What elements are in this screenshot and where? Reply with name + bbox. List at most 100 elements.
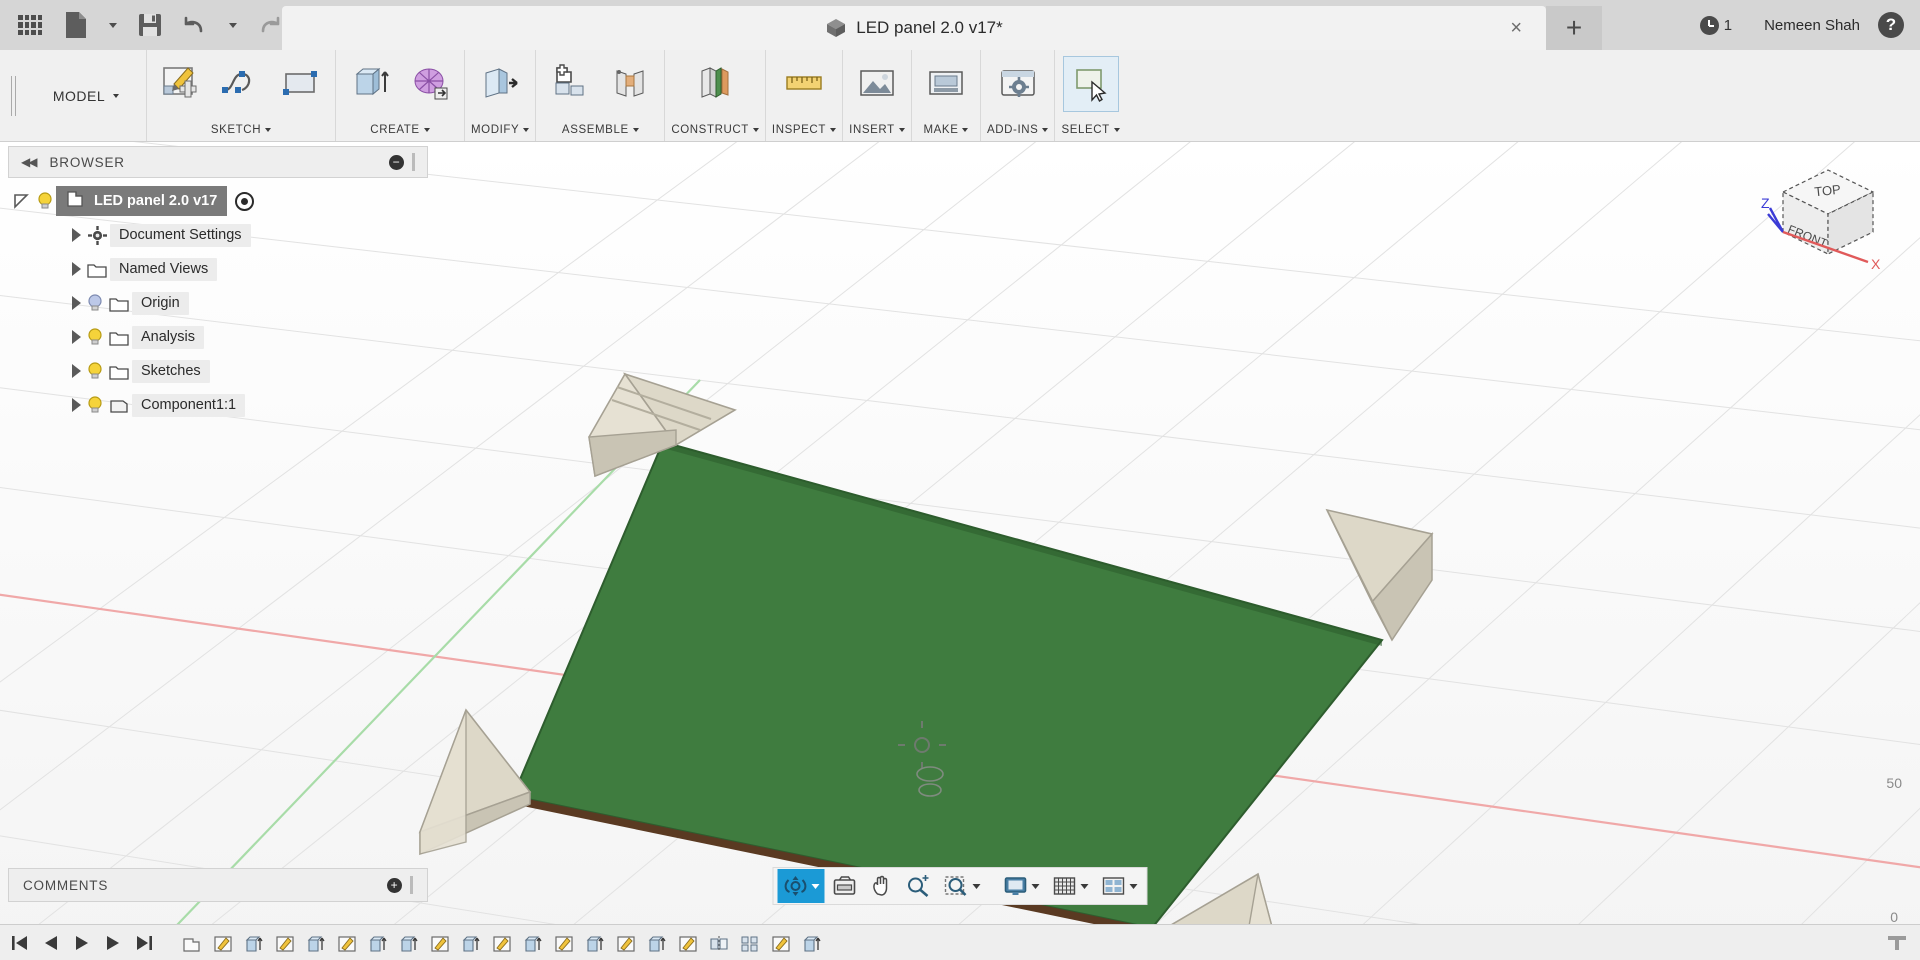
zoom-window-tool[interactable] <box>939 869 986 903</box>
joint-icon[interactable] <box>602 56 658 112</box>
mesh-icon[interactable] <box>402 56 458 112</box>
zoom-tool[interactable] <box>901 869 937 903</box>
timeline-feature[interactable] <box>457 929 485 957</box>
ribbon-group-label-select[interactable]: SELECT <box>1061 124 1120 141</box>
timeline-feature[interactable] <box>581 929 609 957</box>
view-cube[interactable]: TOP FRONT Z X <box>1728 150 1898 280</box>
pan-tool[interactable] <box>865 869 899 903</box>
tree-item-component1[interactable]: Component1:1 <box>8 388 428 422</box>
collapsed-triangle-icon[interactable] <box>60 296 84 310</box>
addins-gear-icon[interactable] <box>990 56 1046 112</box>
add-comment-icon[interactable]: + <box>387 877 402 893</box>
collapsed-triangle-icon[interactable] <box>60 330 84 344</box>
timeline-feature[interactable] <box>643 929 671 957</box>
ribbon-group-label-sketch[interactable]: SKETCH <box>211 124 272 141</box>
document-tab[interactable]: LED panel 2.0 v17* × <box>282 6 1546 50</box>
display-settings-tool[interactable] <box>998 869 1045 903</box>
tree-item-sketches[interactable]: Sketches <box>8 354 428 388</box>
help-icon[interactable]: ? <box>1878 12 1904 38</box>
tree-root-row[interactable]: LED panel 2.0 v17 <box>8 184 428 218</box>
grid-apps-icon[interactable] <box>8 2 52 48</box>
timeline-feature[interactable] <box>426 929 454 957</box>
ribbon-group-label-create[interactable]: CREATE <box>370 124 430 141</box>
undo-dropdown-icon[interactable] <box>220 2 246 48</box>
lightbulb-off-icon[interactable] <box>84 293 106 313</box>
timeline-feature[interactable] <box>798 929 826 957</box>
play-icon[interactable] <box>68 928 96 958</box>
ribbon-group-label-inspect[interactable]: INSPECT <box>772 124 836 141</box>
tree-item-document-settings[interactable]: Document Settings <box>8 218 428 252</box>
spline-icon[interactable] <box>213 56 269 112</box>
insert-mcmaster-icon[interactable] <box>849 56 905 112</box>
workspace-selector[interactable]: MODEL <box>26 50 146 141</box>
ribbon-group-label-modify[interactable]: MODIFY <box>471 124 530 141</box>
collapsed-triangle-icon[interactable] <box>60 262 84 276</box>
browser-resize-grip[interactable] <box>412 153 415 171</box>
new-tab-button[interactable]: + <box>1546 6 1602 50</box>
ribbon-group-label-construct[interactable]: CONSTRUCT <box>671 124 759 141</box>
select-cursor-icon[interactable] <box>1062 56 1119 112</box>
timeline-feature[interactable] <box>488 929 516 957</box>
timeline-feature[interactable] <box>674 929 702 957</box>
press-pull-icon[interactable] <box>472 56 528 112</box>
timeline-feature[interactable] <box>333 929 361 957</box>
timeline-feature[interactable] <box>550 929 578 957</box>
measure-icon[interactable] <box>776 56 832 112</box>
jump-end-icon[interactable] <box>130 928 158 958</box>
new-document-icon[interactable] <box>54 2 98 48</box>
timeline-feature[interactable] <box>302 929 330 957</box>
minus-circle-icon[interactable]: − <box>389 154 404 170</box>
tree-root-selected[interactable]: LED panel 2.0 v17 <box>56 186 228 216</box>
radio-selected-icon[interactable] <box>235 191 255 211</box>
job-status-button[interactable]: 1 <box>1686 15 1746 35</box>
rectangle-icon[interactable] <box>273 56 329 112</box>
grid-snaps-tool[interactable] <box>1047 869 1094 903</box>
timeline-feature[interactable] <box>395 929 423 957</box>
lightbulb-on-icon[interactable] <box>84 395 106 415</box>
ribbon-group-label-assemble[interactable]: ASSEMBLE <box>562 124 639 141</box>
look-at-tool[interactable] <box>827 869 863 903</box>
timeline-end-marker-icon[interactable] <box>1884 932 1920 954</box>
user-name-button[interactable]: Nemeen Shah <box>1746 17 1878 34</box>
ribbon-group-label-make[interactable]: MAKE <box>923 124 969 141</box>
ribbon-grip[interactable] <box>0 50 26 141</box>
collapsed-triangle-icon[interactable] <box>60 398 84 412</box>
lightbulb-on-icon[interactable] <box>84 327 106 347</box>
tree-item-analysis[interactable]: Analysis <box>8 320 428 354</box>
timeline-feature[interactable] <box>612 929 640 957</box>
timeline-feature[interactable] <box>705 929 733 957</box>
timeline-feature[interactable] <box>271 929 299 957</box>
undo-icon[interactable] <box>174 2 218 48</box>
comments-resize-grip[interactable] <box>410 876 413 894</box>
ribbon-group-label-insert[interactable]: INSERT <box>849 124 905 141</box>
timeline-feature[interactable] <box>519 929 547 957</box>
3d-print-icon[interactable] <box>918 56 974 112</box>
comments-panel-header[interactable]: COMMENTS + <box>8 868 428 902</box>
viewports-tool[interactable] <box>1096 869 1143 903</box>
timeline-feature[interactable] <box>364 929 392 957</box>
collapsed-triangle-icon[interactable] <box>60 228 84 242</box>
timeline-feature[interactable] <box>178 929 206 957</box>
timeline-feature[interactable] <box>240 929 268 957</box>
extrude-icon[interactable] <box>342 56 398 112</box>
timeline-feature[interactable] <box>736 929 764 957</box>
collapse-left-icon[interactable]: ◀◀ <box>21 155 38 169</box>
tree-item-named-views[interactable]: Named Views <box>8 252 428 286</box>
new-component-icon[interactable] <box>542 56 598 112</box>
offset-plane-icon[interactable] <box>687 56 743 112</box>
lightbulb-on-icon[interactable] <box>34 191 56 211</box>
new-document-dropdown-icon[interactable] <box>100 2 126 48</box>
timeline-feature[interactable] <box>767 929 795 957</box>
ribbon-group-label-addins[interactable]: ADD-INS <box>987 124 1049 141</box>
collapsed-triangle-icon[interactable] <box>60 364 84 378</box>
close-icon[interactable]: × <box>1510 18 1522 38</box>
tree-item-origin[interactable]: Origin <box>8 286 428 320</box>
step-back-icon[interactable] <box>37 928 65 958</box>
save-icon[interactable] <box>128 2 172 48</box>
orbit-tool[interactable] <box>777 869 825 903</box>
step-forward-icon[interactable] <box>99 928 127 958</box>
jump-start-icon[interactable] <box>6 928 34 958</box>
create-sketch-icon[interactable] <box>153 56 209 112</box>
root-expand-icon[interactable] <box>8 192 34 210</box>
lightbulb-on-icon[interactable] <box>84 361 106 381</box>
